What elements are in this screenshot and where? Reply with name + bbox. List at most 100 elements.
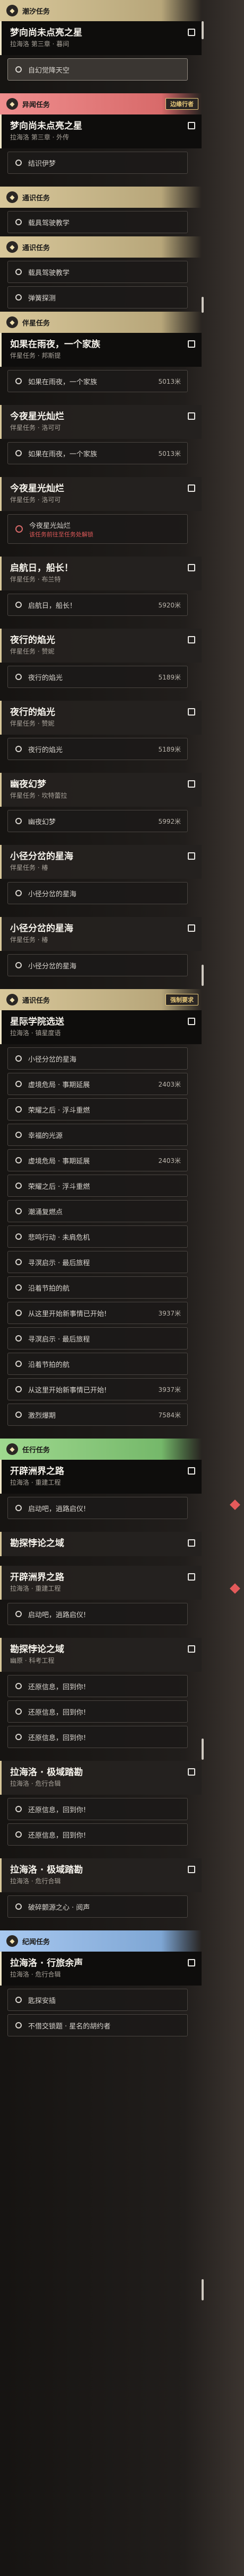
quest-step[interactable]: 小径分岔的星海 bbox=[7, 954, 188, 976]
alert-diamond-icon bbox=[230, 1583, 240, 1594]
quest-category-header[interactable]: ◆ 任行任务 bbox=[0, 1439, 202, 1460]
track-quest-icon[interactable] bbox=[188, 29, 195, 36]
quest-entry[interactable]: 梦向尚未点亮之星 拉海洛 第三章 · 外传 bbox=[0, 114, 202, 148]
quest-step[interactable]: 还原信息，回到你! bbox=[7, 1675, 188, 1697]
track-quest-icon[interactable] bbox=[188, 484, 195, 492]
quest-step[interactable]: 如果在雨夜，一个家族 5013米 bbox=[7, 442, 188, 464]
quest-step[interactable]: 从这里开始新事情已开始! 3937米 bbox=[7, 1302, 188, 1324]
quest-step[interactable]: 今夜星光灿烂 该任务前往至任务处解锁 bbox=[7, 514, 188, 544]
quest-step[interactable]: 弹簧探测 bbox=[7, 286, 188, 308]
quest-entry[interactable]: 拉海洛 · 极域踏勘 拉海洛 · 危行合辑 bbox=[0, 1761, 202, 1795]
quest-step[interactable]: 如果在雨夜，一个家族 5013米 bbox=[7, 370, 188, 392]
quest-step[interactable]: 启动吧，逍路启仪! bbox=[7, 1603, 188, 1625]
quest-step[interactable]: 寻溟启示 · 最后旅程 bbox=[7, 1327, 188, 1349]
quest-step[interactable]: 载具驾驶教学 bbox=[7, 211, 188, 233]
quest-step[interactable]: 寻溟启示 · 最后旅程 bbox=[7, 1251, 188, 1273]
scrollbar-thumb[interactable] bbox=[202, 297, 204, 313]
quest-entry[interactable]: 勘探悖论之域 幽原 · 科考工程 bbox=[0, 1638, 202, 1672]
quest-subtitle: 拉海洛 · 镇星度语 bbox=[10, 1029, 61, 1037]
quest-step[interactable]: 潮涌复燃点 bbox=[7, 1200, 188, 1222]
quest-step[interactable]: 不借交锁题 · 星名的胡约者 bbox=[7, 2014, 188, 2036]
quest-step[interactable]: 还原信息，回到你! bbox=[7, 1726, 188, 1748]
quest-step[interactable]: 从这里开始新事情已开始! 3937米 bbox=[7, 1378, 188, 1400]
quest-subtitle: 伴星任务 · 布兰特 bbox=[10, 576, 61, 583]
step-label: 结识伊梦 bbox=[28, 160, 56, 168]
track-quest-icon[interactable] bbox=[188, 852, 195, 860]
quest-step[interactable]: 夜行的焰光 5189米 bbox=[7, 738, 188, 760]
quest-step[interactable]: 沿着节拍的航 bbox=[7, 1276, 188, 1299]
track-quest-icon[interactable] bbox=[188, 1768, 195, 1776]
quest-entry[interactable]: 梦向尚未点亮之星 拉海洛 第三章 · 暮间 bbox=[0, 21, 202, 55]
track-quest-icon[interactable] bbox=[188, 1645, 195, 1653]
quest-category-header[interactable]: ◆ 通识任务 bbox=[0, 187, 202, 208]
quest-step[interactable]: 虚境危局 · 事期延展 2403米 bbox=[7, 1149, 188, 1171]
quest-entry[interactable]: 如果在雨夜，一个家族 伴星任务 · 邦斯提 bbox=[0, 333, 202, 367]
quest-step[interactable]: 还原信息，回到你! bbox=[7, 1798, 188, 1820]
track-quest-icon[interactable] bbox=[188, 340, 195, 348]
quest-category-header[interactable]: ◆ 通识任务 强制要求 bbox=[0, 989, 202, 1010]
quest-entry[interactable]: 拉海洛 · 行旅余声 拉海洛 · 危行合辑 bbox=[0, 1952, 202, 1986]
quest-category-header[interactable]: ◆ 潮汐任务 bbox=[0, 0, 202, 21]
scrollbar-thumb[interactable] bbox=[202, 965, 204, 986]
quest-entry[interactable]: 星际学院选送 拉海洛 · 镇星度语 bbox=[0, 1010, 202, 1044]
quest-step[interactable]: 沿着节拍的航 bbox=[7, 1353, 188, 1375]
quest-entry[interactable]: 开辟洲界之路 拉海洛 · 重建工程 bbox=[0, 1460, 202, 1494]
scrollbar-thumb[interactable] bbox=[202, 1739, 204, 1760]
quest-step[interactable]: 载具驾驶教学 bbox=[7, 261, 188, 283]
quest-step[interactable]: 破碎颤源之心 · 阅声 bbox=[7, 1895, 188, 1918]
quest-entry[interactable]: 小径分岔的星海 伴星任务 · 椿 bbox=[0, 845, 202, 879]
track-quest-icon[interactable] bbox=[188, 1539, 195, 1547]
quest-category-header[interactable]: ◆ 通识任务 bbox=[0, 236, 202, 258]
category-icon: ◆ bbox=[6, 994, 18, 1005]
track-quest-icon[interactable] bbox=[188, 564, 195, 571]
quest-step[interactable]: 夜行的焰光 5189米 bbox=[7, 666, 188, 688]
quest-step[interactable]: 还原信息，回到你! bbox=[7, 1823, 188, 1846]
quest-step[interactable]: 虚境危局 · 事期延展 2403米 bbox=[7, 1073, 188, 1095]
quest-step[interactable]: 匙探安插 bbox=[7, 1989, 188, 2011]
quest-entry[interactable]: 开辟洲界之路 拉海洛 · 重建工程 bbox=[0, 1566, 202, 1600]
quest-step[interactable]: 荣耀之后 · 浮斗重燃 bbox=[7, 1175, 188, 1197]
quest-step[interactable]: 小径分岔的星海 bbox=[7, 1047, 188, 1070]
quest-entry[interactable]: 幽夜幻梦 伴星任务 · 坎特蕾拉 bbox=[0, 773, 202, 807]
track-quest-icon[interactable] bbox=[188, 122, 195, 129]
track-quest-icon[interactable] bbox=[188, 1866, 195, 1873]
track-quest-icon[interactable] bbox=[188, 780, 195, 788]
quest-step[interactable]: 幽夜幻梦 5992米 bbox=[7, 810, 188, 832]
track-quest-icon[interactable] bbox=[188, 412, 195, 420]
quest-step[interactable]: 还原信息，回到你! bbox=[7, 1700, 188, 1723]
quest-step[interactable]: 结识伊梦 bbox=[7, 152, 188, 174]
track-quest-icon[interactable] bbox=[188, 1573, 195, 1581]
track-quest-icon[interactable] bbox=[188, 636, 195, 643]
quest-entry[interactable]: 启航日，船长！ 伴星任务 · 布兰特 bbox=[0, 557, 202, 590]
quest-entry[interactable]: 勘探悖论之域 bbox=[0, 1532, 202, 1556]
scrollbar-thumb[interactable] bbox=[202, 2279, 204, 2300]
quest-entry[interactable]: 夜行的焰光 伴星任务 · 赞妮 bbox=[0, 701, 202, 735]
track-quest-icon[interactable] bbox=[188, 1959, 195, 1966]
quest-step[interactable]: 自幻觉降天空 bbox=[7, 58, 188, 81]
quest-step[interactable]: 激烈爆期 7584米 bbox=[7, 1404, 188, 1426]
quest-category-header[interactable]: ◆ 异闻任务 边缘行者 bbox=[0, 93, 202, 114]
quest-step[interactable]: 荣耀之后 · 浮斗重燃 bbox=[7, 1098, 188, 1121]
quest-category-header[interactable]: ◆ 伴星任务 bbox=[0, 312, 202, 333]
quest-entry[interactable]: 小径分岔的星海 伴星任务 · 椿 bbox=[0, 917, 202, 951]
quest-category-header[interactable]: ◆ 纪闻任务 bbox=[0, 1930, 202, 1952]
quest-entry[interactable]: 今夜星光灿烂 伴星任务 · 洛可可 bbox=[0, 477, 202, 511]
quest-entry[interactable]: 今夜星光灿烂 伴星任务 · 洛可可 bbox=[0, 405, 202, 439]
track-quest-icon[interactable] bbox=[188, 1467, 195, 1475]
step-marker-icon bbox=[15, 890, 22, 896]
quest-step[interactable]: 启航日，船长！ 5920米 bbox=[7, 594, 188, 616]
category-icon: ◆ bbox=[6, 316, 18, 328]
track-quest-icon[interactable] bbox=[188, 708, 195, 716]
quest-step[interactable]: 小径分岔的星海 bbox=[7, 882, 188, 904]
step-marker-icon bbox=[15, 219, 22, 225]
quest-entry[interactable]: 拉海洛 · 极域踏勘 拉海洛 · 危行合辑 bbox=[0, 1858, 202, 1892]
scrollbar-thumb[interactable] bbox=[202, 21, 204, 39]
quest-entry[interactable]: 夜行的焰光 伴星任务 · 赞妮 bbox=[0, 629, 202, 663]
quest-step[interactable]: 启动吧，逍路启仪! bbox=[7, 1497, 188, 1519]
track-quest-icon[interactable] bbox=[188, 924, 195, 932]
track-quest-icon[interactable] bbox=[188, 1018, 195, 1025]
step-label: 还原信息，回到你! bbox=[28, 1806, 86, 1814]
quest-step[interactable]: 幸福的光源 bbox=[7, 1124, 188, 1146]
quest-step[interactable]: 悲鸣行动 · 未肩危机 bbox=[7, 1225, 188, 1248]
